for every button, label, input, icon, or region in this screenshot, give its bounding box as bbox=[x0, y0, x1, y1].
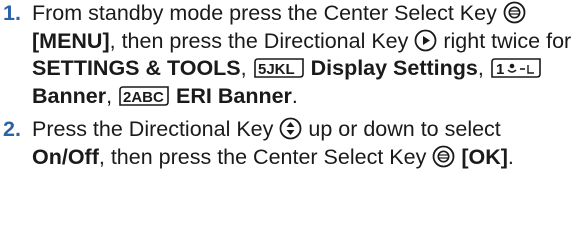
separator: , bbox=[477, 56, 484, 80]
menu-label: [MENU] bbox=[32, 28, 110, 53]
onoff-label: On/Off bbox=[32, 144, 99, 169]
center-select-key-icon bbox=[432, 145, 455, 168]
step-number: 1. bbox=[3, 1, 21, 25]
svg-text:2ABC: 2ABC bbox=[123, 89, 164, 106]
steps-list: 1. From standby mode press the Center Se… bbox=[0, 0, 579, 171]
step-1: 1. From standby mode press the Center Se… bbox=[0, 0, 579, 110]
step-text: From standby mode press the Center Selec… bbox=[32, 1, 497, 25]
step-number: 2. bbox=[3, 117, 21, 141]
step-text: , then press the Directional Key bbox=[109, 28, 409, 53]
svg-text:5JKL: 5JKL bbox=[258, 61, 295, 78]
settings-tools-label: SETTINGS & TOOLS bbox=[32, 56, 241, 80]
step-text: , then press the Center Select Key bbox=[98, 144, 427, 169]
directional-right-key-icon bbox=[414, 29, 437, 52]
eri-banner-label: ERI Banner bbox=[176, 83, 292, 108]
keypad-1-icon: 1 bbox=[490, 57, 542, 79]
step-text: right twice for bbox=[443, 28, 572, 53]
svg-text:1: 1 bbox=[496, 61, 504, 78]
period: . bbox=[291, 83, 298, 108]
instruction-page: 1. From standby mode press the Center Se… bbox=[0, 0, 579, 250]
ok-label: [OK] bbox=[461, 144, 508, 169]
keypad-5-icon: 5JKL bbox=[253, 57, 305, 79]
separator: , bbox=[240, 56, 247, 80]
directional-updown-key-icon bbox=[279, 117, 302, 140]
separator: , bbox=[106, 83, 113, 108]
center-select-key-icon bbox=[503, 1, 526, 24]
step-text: up or down to select bbox=[308, 117, 501, 141]
keypad-2-icon: 2ABC bbox=[118, 85, 170, 107]
period: . bbox=[507, 144, 514, 169]
step-text: Press the Directional Key bbox=[32, 117, 274, 141]
step-2: 2. Press the Directional Key up or down … bbox=[0, 116, 579, 171]
banner-label: Banner bbox=[32, 83, 107, 108]
display-settings-label: Display Settings bbox=[310, 56, 478, 80]
